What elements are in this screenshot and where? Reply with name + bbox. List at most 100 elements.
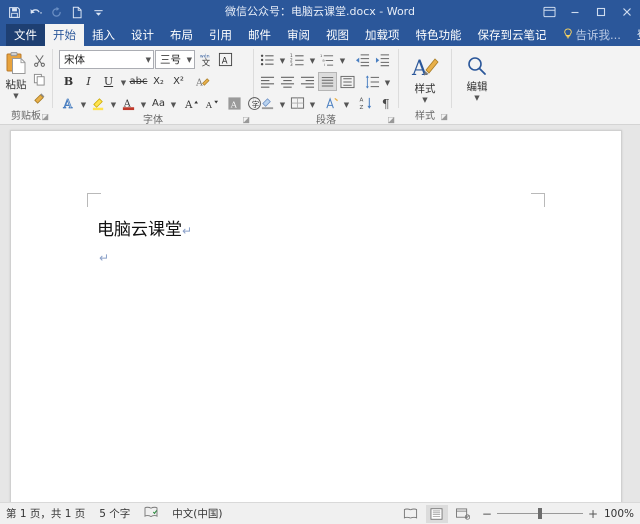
distribute-icon[interactable] bbox=[338, 72, 357, 91]
justify-icon[interactable] bbox=[318, 72, 337, 91]
font-color-dropdown-arrow[interactable]: ▼ bbox=[139, 94, 148, 113]
multilevel-list-icon[interactable]: 1ai bbox=[318, 50, 337, 69]
tab-insert[interactable]: 插入 bbox=[84, 24, 123, 46]
change-case-button[interactable]: Aa bbox=[149, 94, 168, 113]
bullets-dropdown-arrow[interactable]: ▼ bbox=[278, 50, 287, 69]
document-page[interactable]: 电脑云课堂↵ ↵ bbox=[10, 130, 622, 502]
sign-in-button[interactable]: 登录 bbox=[629, 24, 640, 46]
styles-dropdown-arrow[interactable]: ▼ bbox=[422, 97, 427, 103]
highlight-dropdown-arrow[interactable]: ▼ bbox=[109, 94, 118, 113]
bullets-icon[interactable] bbox=[258, 50, 277, 69]
grow-font-icon[interactable]: A bbox=[182, 94, 201, 113]
page-info[interactable]: 第 1 页，共 1 页 bbox=[6, 506, 85, 521]
format-painter-icon[interactable] bbox=[30, 89, 49, 107]
document-empty-paragraph[interactable]: ↵ bbox=[99, 247, 109, 267]
line-spacing-icon[interactable] bbox=[363, 72, 382, 91]
document-canvas[interactable]: 电脑云课堂↵ ↵ bbox=[0, 126, 640, 502]
paragraph-dialog-launcher[interactable]: ◪ bbox=[387, 113, 395, 127]
zoom-thumb[interactable] bbox=[538, 508, 542, 519]
numbering-dropdown-arrow[interactable]: ▼ bbox=[308, 50, 317, 69]
redo-icon[interactable] bbox=[46, 2, 66, 22]
proofing-icon[interactable] bbox=[144, 506, 158, 521]
editing-dropdown-arrow[interactable]: ▼ bbox=[474, 95, 479, 101]
subscript-button[interactable]: X₂ bbox=[149, 72, 168, 91]
align-center-icon[interactable] bbox=[278, 72, 297, 91]
enclose-character-icon[interactable]: A bbox=[216, 50, 235, 69]
text-effects-icon[interactable]: A bbox=[59, 94, 78, 113]
sort-icon[interactable]: AZ bbox=[357, 94, 376, 113]
shading-dropdown-arrow[interactable]: ▼ bbox=[278, 94, 287, 113]
pinyin-dropdown-arrow[interactable]: ▼ bbox=[342, 94, 351, 113]
italic-button[interactable]: I bbox=[79, 72, 98, 91]
tab-mailings[interactable]: 邮件 bbox=[240, 24, 279, 46]
decrease-indent-icon[interactable] bbox=[353, 50, 372, 69]
read-mode-icon[interactable] bbox=[400, 505, 422, 523]
chevron-down-icon[interactable] bbox=[88, 2, 108, 22]
superscript-button[interactable]: X² bbox=[169, 72, 188, 91]
highlight-icon[interactable] bbox=[89, 94, 108, 113]
save-icon[interactable] bbox=[4, 2, 24, 22]
bold-button[interactable]: B bbox=[59, 72, 78, 91]
align-right-icon[interactable] bbox=[298, 72, 317, 91]
show-paragraph-marks-icon[interactable]: ¶ bbox=[377, 94, 396, 113]
zoom-in-button[interactable]: + bbox=[588, 507, 598, 521]
paste-button[interactable]: 粘贴 ▼ bbox=[4, 49, 28, 99]
clipboard-dialog-launcher[interactable]: ◪ bbox=[41, 110, 49, 124]
font-size-combo[interactable]: 三号 ▼ bbox=[155, 50, 195, 69]
strikethrough-button[interactable]: abc bbox=[129, 72, 148, 91]
language-indicator[interactable]: 中文(中国) bbox=[172, 506, 222, 521]
tab-review[interactable]: 审阅 bbox=[279, 24, 318, 46]
phonetic-guide-icon[interactable]: wén文 bbox=[196, 50, 215, 69]
numbering-icon[interactable]: 123 bbox=[288, 50, 307, 69]
align-left-icon[interactable] bbox=[258, 72, 277, 91]
new-document-icon[interactable] bbox=[67, 2, 87, 22]
tab-design[interactable]: 设计 bbox=[123, 24, 162, 46]
borders-dropdown-arrow[interactable]: ▼ bbox=[308, 94, 317, 113]
cut-icon[interactable] bbox=[30, 51, 49, 69]
font-color-icon[interactable]: A bbox=[119, 94, 138, 113]
styles-dialog-launcher[interactable]: ◪ bbox=[440, 110, 448, 124]
web-layout-icon[interactable] bbox=[452, 505, 474, 523]
zoom-track[interactable] bbox=[497, 513, 583, 514]
shrink-font-icon[interactable]: A bbox=[202, 94, 221, 113]
print-layout-icon[interactable] bbox=[426, 505, 448, 523]
tab-addins[interactable]: 加载项 bbox=[357, 24, 408, 46]
tell-me-box[interactable]: 告诉我... bbox=[555, 24, 629, 46]
increase-indent-icon[interactable] bbox=[373, 50, 392, 69]
word-count[interactable]: 5 个字 bbox=[99, 506, 130, 521]
font-name-combo[interactable]: 宋体 ▼ bbox=[59, 50, 154, 69]
underline-dropdown-arrow[interactable]: ▼ bbox=[119, 72, 128, 91]
ribbon-display-options-icon[interactable] bbox=[536, 0, 562, 24]
tab-file[interactable]: 文件 bbox=[6, 24, 45, 46]
pinyin-guide-icon[interactable] bbox=[322, 94, 341, 113]
tab-layout[interactable]: 布局 bbox=[162, 24, 201, 46]
maximize-button[interactable] bbox=[588, 0, 614, 24]
tab-home[interactable]: 开始 bbox=[45, 24, 84, 46]
minimize-button[interactable] bbox=[562, 0, 588, 24]
undo-icon[interactable] bbox=[25, 2, 45, 22]
close-button[interactable] bbox=[614, 0, 640, 24]
font-dialog-launcher[interactable]: ◪ bbox=[242, 113, 250, 127]
change-case-dropdown-arrow[interactable]: ▼ bbox=[169, 94, 178, 113]
paste-dropdown-arrow[interactable]: ▼ bbox=[13, 93, 18, 99]
styles-button[interactable]: A 样式 ▼ bbox=[403, 52, 447, 103]
underline-button[interactable]: U bbox=[99, 72, 118, 91]
chevron-down-icon[interactable]: ▼ bbox=[143, 56, 151, 64]
multilevel-dropdown-arrow[interactable]: ▼ bbox=[338, 50, 347, 69]
text-effects-dropdown-arrow[interactable]: ▼ bbox=[79, 94, 88, 113]
borders-icon[interactable] bbox=[288, 94, 307, 113]
zoom-out-button[interactable]: − bbox=[482, 507, 492, 521]
tab-view[interactable]: 视图 bbox=[318, 24, 357, 46]
document-body-text[interactable]: 电脑云课堂↵ bbox=[97, 215, 192, 240]
zoom-level[interactable]: 100% bbox=[602, 508, 634, 520]
editing-button[interactable]: 编辑 ▼ bbox=[456, 52, 498, 101]
shading-icon[interactable] bbox=[258, 94, 277, 113]
tab-cloud-note[interactable]: 保存到云笔记 bbox=[470, 24, 555, 46]
line-spacing-dropdown-arrow[interactable]: ▼ bbox=[383, 72, 392, 91]
character-shading-icon[interactable]: A bbox=[225, 94, 244, 113]
clear-formatting-icon[interactable]: A bbox=[193, 72, 212, 91]
copy-icon[interactable] bbox=[30, 70, 49, 88]
tab-references[interactable]: 引用 bbox=[201, 24, 240, 46]
chevron-down-icon[interactable]: ▼ bbox=[184, 56, 192, 64]
tab-features[interactable]: 特色功能 bbox=[408, 24, 470, 46]
